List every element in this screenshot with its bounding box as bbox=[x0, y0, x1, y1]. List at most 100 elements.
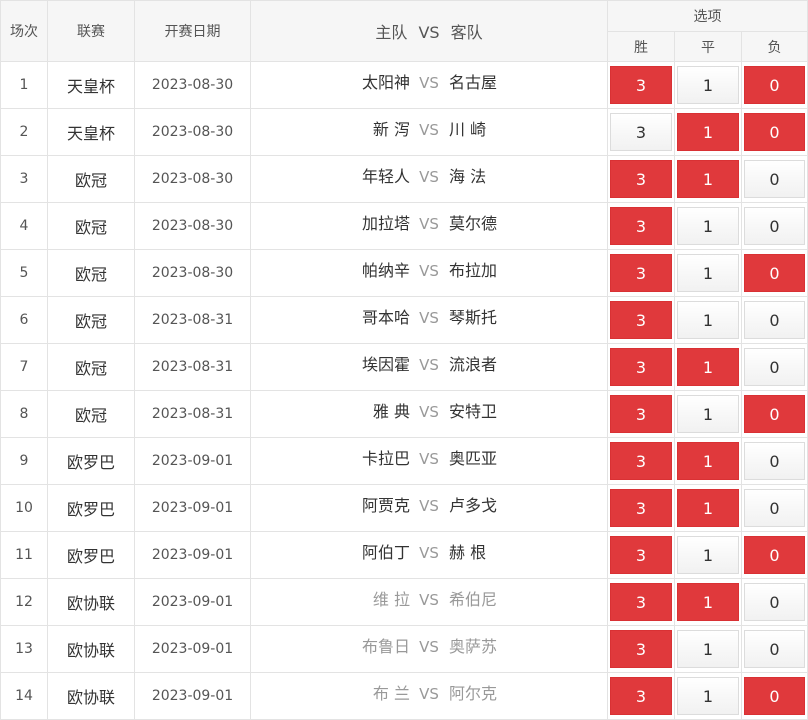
table-row: 9 欧罗巴 2023-09-01 卡拉巴 VS 奥匹亚 3 1 0 bbox=[0, 437, 808, 485]
lose-option-button[interactable]: 0 bbox=[744, 301, 806, 339]
vs-label: VS bbox=[419, 497, 439, 515]
win-option-button[interactable]: 3 bbox=[610, 113, 672, 151]
draw-option-cell: 1 bbox=[674, 625, 742, 673]
win-option-button[interactable]: 3 bbox=[610, 489, 672, 527]
lose-option-button[interactable]: 0 bbox=[744, 442, 806, 480]
away-team: 阿尔克 bbox=[449, 684, 498, 703]
match-index: 5 bbox=[0, 249, 48, 297]
table-row: 3 欧冠 2023-08-30 年轻人 VS 海 法310 bbox=[0, 155, 808, 203]
draw-option-cell: 1 bbox=[674, 578, 742, 626]
draw-option-button[interactable]: 1 bbox=[677, 66, 739, 104]
match-table: 场次 联赛 开赛日期 主队 VS 客队 选项 胜 平 负 1 天皇杯 2023-08… bbox=[0, 0, 808, 720]
draw-option-button[interactable]: 1 bbox=[677, 630, 739, 668]
lose-option-button[interactable]: 0 bbox=[744, 348, 806, 386]
match-date: 2023-09-01 bbox=[134, 672, 251, 720]
win-option-button[interactable]: 3 bbox=[610, 630, 672, 668]
lose-option-button[interactable]: 0 bbox=[744, 630, 806, 668]
header-vs: VS bbox=[418, 23, 440, 42]
away-team: 赫 根 bbox=[449, 543, 487, 562]
draw-option-button[interactable]: 1 bbox=[677, 395, 739, 433]
win-option-button[interactable]: 3 bbox=[610, 583, 672, 621]
win-option-cell: 3 bbox=[607, 484, 675, 532]
draw-option-button[interactable]: 1 bbox=[677, 442, 739, 480]
win-option-button[interactable]: 3 bbox=[610, 301, 672, 339]
draw-option-cell: 1 bbox=[674, 202, 742, 250]
home-team: 阿贾克 bbox=[361, 496, 410, 515]
match-date: 2023-09-01 bbox=[134, 484, 251, 532]
table-row: 5 欧冠 2023-08-30 帕纳辛 VS 布拉加 3 1 0 bbox=[0, 249, 808, 297]
draw-option-cell: 1 bbox=[674, 484, 742, 532]
win-option-button[interactable]: 3 bbox=[610, 254, 672, 292]
home-team: 维 拉 bbox=[372, 590, 410, 609]
win-option-button[interactable]: 3 bbox=[610, 207, 672, 245]
win-option-button[interactable]: 3 bbox=[610, 536, 672, 574]
match-teams: 维 拉 VS 希伯尼 bbox=[250, 578, 608, 626]
league-name: 欧协联 bbox=[47, 672, 135, 720]
lose-option-button[interactable]: 0 bbox=[744, 160, 806, 198]
vs-label: VS bbox=[419, 121, 439, 139]
table-row: 13 欧协联 2023-09-01 布鲁日 VS 奥萨苏 3 1 0 bbox=[0, 625, 808, 673]
league-name: 天皇杯 bbox=[47, 108, 135, 156]
lose-option-button[interactable]: 0 bbox=[744, 66, 806, 104]
match-index: 6 bbox=[0, 296, 48, 344]
lose-option-cell: 0 bbox=[740, 625, 808, 673]
win-option-button[interactable]: 3 bbox=[610, 66, 672, 104]
win-option-cell: 3 bbox=[607, 390, 675, 438]
match-teams: 新 泻 VS 川 崎 bbox=[250, 108, 608, 156]
draw-option-button[interactable]: 1 bbox=[677, 536, 739, 574]
vs-label: VS bbox=[419, 638, 439, 656]
win-option-button[interactable]: 3 bbox=[610, 348, 672, 386]
draw-option-button[interactable]: 1 bbox=[677, 583, 739, 621]
vs-label: VS bbox=[419, 403, 439, 421]
draw-option-button[interactable]: 1 bbox=[677, 207, 739, 245]
draw-option-button[interactable]: 1 bbox=[677, 348, 739, 386]
win-option-cell: 3 bbox=[607, 108, 675, 156]
win-option-button[interactable]: 3 bbox=[610, 442, 672, 480]
match-date: 2023-09-01 bbox=[134, 437, 251, 485]
table-row: 11 欧罗巴 2023-09-01 阿伯丁 VS 赫 根 310 bbox=[0, 531, 808, 579]
draw-option-button[interactable]: 1 bbox=[677, 160, 739, 198]
lose-option-button[interactable]: 0 bbox=[744, 207, 806, 245]
league-name: 欧冠 bbox=[47, 390, 135, 438]
vs-label: VS bbox=[419, 74, 439, 92]
win-option-cell: 3 bbox=[607, 249, 675, 297]
win-option-cell: 3 bbox=[607, 61, 675, 109]
draw-option-cell: 1 bbox=[674, 108, 742, 156]
win-option-button[interactable]: 3 bbox=[610, 395, 672, 433]
draw-option-cell: 1 bbox=[674, 249, 742, 297]
lose-option-button[interactable]: 0 bbox=[744, 583, 806, 621]
lose-option-button[interactable]: 0 bbox=[744, 536, 806, 574]
match-index: 9 bbox=[0, 437, 48, 485]
lose-option-cell: 0 bbox=[740, 390, 808, 438]
away-team: 流浪者 bbox=[449, 355, 498, 374]
draw-option-button[interactable]: 1 bbox=[677, 677, 739, 715]
draw-option-button[interactable]: 1 bbox=[677, 113, 739, 151]
lose-option-button[interactable]: 0 bbox=[744, 113, 806, 151]
header-match: 主队 VS 客队 bbox=[250, 0, 608, 62]
home-team: 布鲁日 bbox=[361, 637, 410, 656]
draw-option-cell: 1 bbox=[674, 155, 742, 203]
vs-label: VS bbox=[419, 215, 439, 233]
home-team: 埃因霍 bbox=[361, 355, 410, 374]
match-date: 2023-08-30 bbox=[134, 249, 251, 297]
lose-option-button[interactable]: 0 bbox=[744, 395, 806, 433]
league-name: 欧冠 bbox=[47, 249, 135, 297]
draw-option-button[interactable]: 1 bbox=[677, 301, 739, 339]
header-lose: 负 bbox=[740, 31, 808, 62]
match-teams: 布鲁日 VS 奥萨苏 bbox=[250, 625, 608, 673]
match-date: 2023-08-30 bbox=[134, 61, 251, 109]
lose-option-button[interactable]: 0 bbox=[744, 489, 806, 527]
away-team: 琴斯托 bbox=[449, 308, 498, 327]
match-date: 2023-08-31 bbox=[134, 390, 251, 438]
win-option-button[interactable]: 3 bbox=[610, 677, 672, 715]
match-teams: 卡拉巴 VS 奥匹亚 bbox=[250, 437, 608, 485]
lose-option-button[interactable]: 0 bbox=[744, 677, 806, 715]
win-option-button[interactable]: 3 bbox=[610, 160, 672, 198]
away-team: 奥萨苏 bbox=[449, 637, 498, 656]
draw-option-button[interactable]: 1 bbox=[677, 489, 739, 527]
league-name: 欧冠 bbox=[47, 155, 135, 203]
win-option-cell: 3 bbox=[607, 625, 675, 673]
table-row: 6 欧冠 2023-08-31 哥本哈 VS 琴斯托 3 1 0 bbox=[0, 296, 808, 344]
draw-option-button[interactable]: 1 bbox=[677, 254, 739, 292]
lose-option-button[interactable]: 0 bbox=[744, 254, 806, 292]
